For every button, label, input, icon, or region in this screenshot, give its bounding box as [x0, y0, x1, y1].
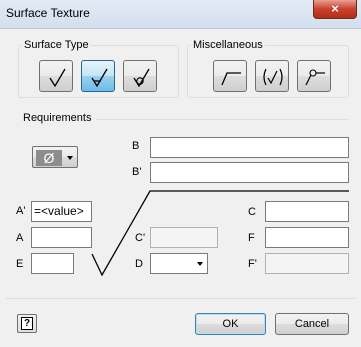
c-prime-label: C' [135, 232, 146, 244]
footer-divider [6, 298, 355, 299]
a-prime-field[interactable]: =<value> [31, 201, 92, 222]
cancel-button[interactable]: Cancel [275, 313, 349, 335]
b-prime-label: B' [132, 166, 142, 178]
a-field[interactable] [31, 227, 92, 248]
help-button[interactable]: ? [17, 314, 37, 333]
c-label: C [248, 206, 256, 218]
c-field[interactable] [265, 201, 349, 222]
c-prime-field [150, 227, 218, 248]
f-prime-label: F' [248, 258, 257, 270]
a-prime-label: A' [16, 205, 26, 217]
d-dropdown[interactable] [150, 253, 208, 274]
ok-button[interactable]: OK [195, 313, 266, 335]
f-prime-field [265, 253, 349, 274]
d-label: D [135, 258, 143, 270]
f-field[interactable] [265, 227, 349, 248]
help-icon: ? [21, 317, 33, 330]
e-field[interactable] [31, 253, 74, 274]
a-label: A [16, 232, 24, 244]
b-label: B [132, 140, 140, 152]
e-label: E [16, 258, 24, 270]
chevron-down-icon [197, 262, 203, 266]
b-prime-field[interactable] [150, 162, 349, 183]
f-label: F [248, 232, 255, 244]
b-field[interactable] [150, 137, 349, 158]
